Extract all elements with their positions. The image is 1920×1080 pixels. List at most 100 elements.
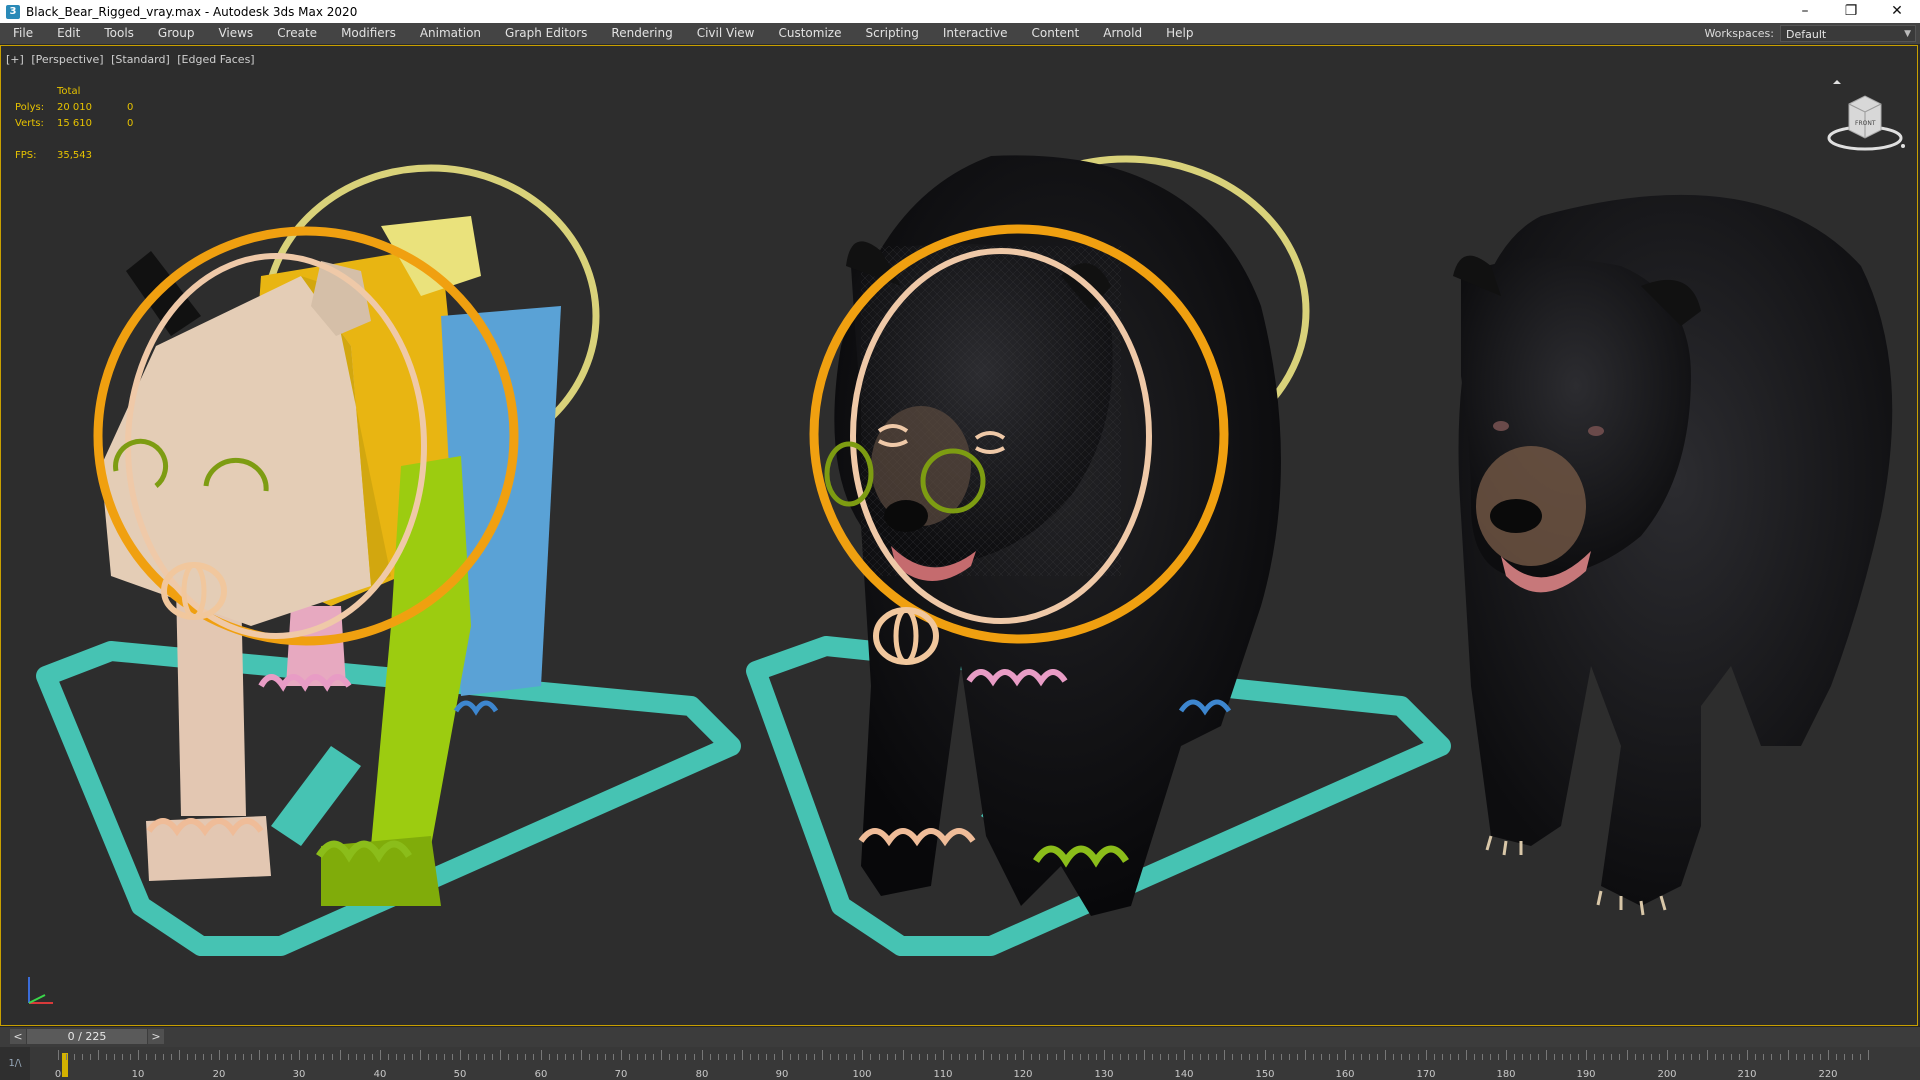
time-slider[interactable]: 0 / 225: [27, 1029, 147, 1044]
ruler-tick: [1506, 1050, 1507, 1060]
stats-verts: Verts: 15 610 0: [15, 116, 133, 132]
scene-canvas[interactable]: [1, 46, 1917, 1025]
restore-button[interactable]: ❐: [1828, 0, 1874, 23]
ruler-tick: [195, 1054, 196, 1060]
rigged-bear-middle[interactable]: [746, 155, 1451, 956]
ruler-tick: [1192, 1054, 1193, 1060]
ruler-tick: [484, 1054, 485, 1060]
menu-modifiers[interactable]: Modifiers: [329, 23, 408, 44]
ruler-tick: [106, 1054, 107, 1060]
ruler-tick: [1265, 1050, 1266, 1060]
menu-help[interactable]: Help: [1154, 23, 1205, 44]
ruler-tick: [854, 1054, 855, 1060]
ruler-tick: [1562, 1054, 1563, 1060]
polys-selected: 0: [127, 102, 134, 113]
ruler-tick: [1707, 1050, 1708, 1060]
ruler-tick: [1643, 1054, 1644, 1060]
timeline-ruler[interactable]: 0 10 20 30 40 50 60 70 80 90 100 110 120 130 140 150 160…: [55, 1047, 1869, 1080]
ruler-tick: [420, 1050, 421, 1060]
ruler-tick: [1112, 1054, 1113, 1060]
menu-animation[interactable]: Animation: [408, 23, 493, 44]
viewport-menu-plus[interactable]: [+]: [6, 53, 24, 66]
ruler-tick: [774, 1054, 775, 1060]
ruler-tick: [146, 1054, 147, 1060]
ruler-tick: [211, 1054, 212, 1060]
viewport-standard[interactable]: [Standard]: [111, 53, 170, 66]
time-prev-button[interactable]: <: [10, 1029, 26, 1044]
perspective-viewport[interactable]: [+] [Perspective] [Standard] [Edged Face…: [0, 45, 1918, 1026]
viewcube-icon[interactable]: FRONT: [1825, 78, 1905, 158]
menu-group[interactable]: Group: [146, 23, 207, 44]
ruler-tick: [1321, 1054, 1322, 1060]
ruler-tick: [1047, 1054, 1048, 1060]
ruler-tick: [179, 1050, 180, 1060]
ruler-tick: [975, 1054, 976, 1060]
ruler-tick: [1039, 1054, 1040, 1060]
ruler-tick: [412, 1054, 413, 1060]
ruler-tick: [999, 1054, 1000, 1060]
time-slider-bar: < 0 / 225 >: [0, 1026, 1920, 1047]
menu-tools[interactable]: Tools: [92, 23, 146, 44]
verts-label: Verts:: [15, 118, 44, 129]
viewport-label[interactable]: [+] [Perspective] [Standard] [Edged Face…: [6, 53, 259, 66]
menu-create[interactable]: Create: [265, 23, 329, 44]
ruler-tick: [685, 1054, 686, 1060]
ruler-tick: [1474, 1054, 1475, 1060]
curve-editor-toggle-icon[interactable]: 1/\: [0, 1047, 30, 1080]
ruler-tick: [734, 1054, 735, 1060]
ruler-label: 170: [1416, 1069, 1436, 1080]
verts-value: 15 610: [57, 118, 92, 129]
menu-customize[interactable]: Customize: [766, 23, 853, 44]
ruler-tick: [1731, 1054, 1732, 1060]
viewport-shading[interactable]: [Edged Faces]: [177, 53, 254, 66]
nose-right: [1490, 499, 1542, 533]
rendered-bear-right[interactable]: [1453, 194, 1893, 916]
workspaces-dropdown[interactable]: Default ▼: [1780, 25, 1916, 42]
time-next-button[interactable]: >: [148, 1029, 164, 1044]
proxy-rig-left[interactable]: [36, 164, 741, 956]
menu-interactive[interactable]: Interactive: [931, 23, 1020, 44]
minimize-button[interactable]: –: [1782, 0, 1828, 23]
ruler-tick: [919, 1054, 920, 1060]
ruler-tick: [758, 1054, 759, 1060]
ruler-tick: [967, 1054, 968, 1060]
ruler-tick: [1514, 1054, 1515, 1060]
ruler-tick: [1257, 1054, 1258, 1060]
close-button[interactable]: ✕: [1874, 0, 1920, 23]
ruler-label: 60: [534, 1069, 548, 1080]
ruler-tick: [903, 1050, 904, 1060]
ruler-tick: [187, 1054, 188, 1060]
ruler-tick: [525, 1054, 526, 1060]
viewcube-face-label: FRONT: [1855, 120, 1876, 127]
ruler-tick: [766, 1054, 767, 1060]
axis-tripod-icon: [28, 977, 53, 1004]
ruler-tick: [1056, 1054, 1057, 1060]
ruler-tick: [991, 1054, 992, 1060]
menu-file[interactable]: File: [0, 23, 45, 44]
ruler-tick: [1224, 1050, 1225, 1060]
menu-rendering[interactable]: Rendering: [599, 23, 684, 44]
ruler-tick: [1820, 1054, 1821, 1060]
menu-civil-view[interactable]: Civil View: [685, 23, 767, 44]
ruler-tick: [98, 1050, 99, 1060]
menu-content[interactable]: Content: [1020, 23, 1092, 44]
menu-edit[interactable]: Edit: [45, 23, 92, 44]
ruler-tick: [1611, 1054, 1612, 1060]
paw-ctrl-blue-left[interactable]: [453, 700, 499, 716]
ruler-tick: [468, 1054, 469, 1060]
viewport-pov[interactable]: [Perspective]: [31, 53, 103, 66]
track-bar[interactable]: 1/\ 0 10 20 30 40 50 60 70 80 90 100 110 120 130 140 15…: [0, 1047, 1920, 1080]
workspaces-label: Workspaces:: [1704, 27, 1774, 40]
ruler-tick: [1450, 1054, 1451, 1060]
ruler-tick: [718, 1054, 719, 1060]
ruler-tick: [573, 1054, 574, 1060]
ruler-tick: [275, 1054, 276, 1060]
menu-graph-editors[interactable]: Graph Editors: [493, 23, 599, 44]
ruler-tick: [862, 1050, 863, 1060]
menu-views[interactable]: Views: [206, 23, 265, 44]
menu-scripting[interactable]: Scripting: [853, 23, 930, 44]
menu-arnold[interactable]: Arnold: [1091, 23, 1154, 44]
ruler-tick: [1232, 1054, 1233, 1060]
ruler-tick: [267, 1054, 268, 1060]
ruler-tick: [1289, 1054, 1290, 1060]
